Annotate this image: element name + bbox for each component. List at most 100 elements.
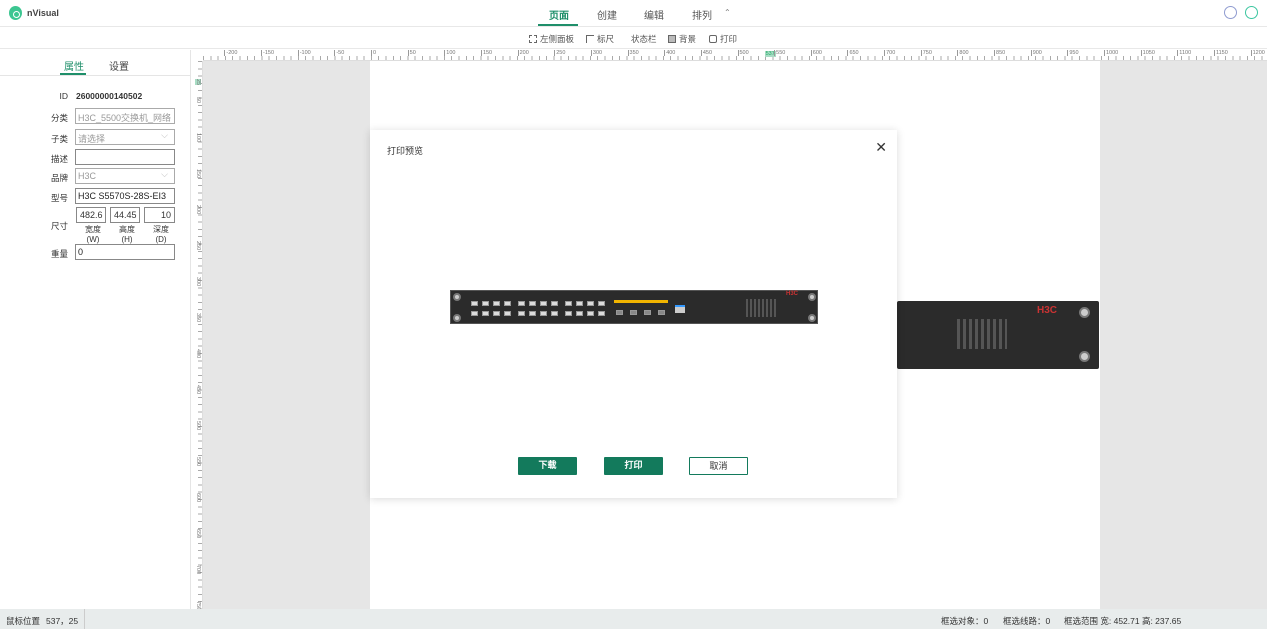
- left-panel-label: 左侧面板: [540, 34, 575, 44]
- height-field[interactable]: 44.45: [110, 207, 140, 223]
- close-icon[interactable]: ✕: [875, 139, 887, 156]
- ruler-label: -150: [261, 50, 275, 56]
- subcategory-select[interactable]: 请选择: [75, 129, 175, 145]
- ruler-label: 650: [195, 529, 201, 539]
- ruler-label: 700: [195, 565, 201, 575]
- screw-icon: [808, 314, 816, 322]
- cancel-button[interactable]: 取消: [689, 457, 748, 475]
- selection-range: 框选范围 宽: 452.71 高: 237.65: [1064, 616, 1182, 626]
- screw-icon: [453, 293, 461, 301]
- ruler-label: 800: [957, 50, 969, 56]
- brand-label: 品牌: [50, 173, 68, 183]
- size-label: 尺寸: [50, 221, 68, 231]
- ruler-label: 700: [884, 50, 896, 56]
- ruler-label: 600: [195, 493, 201, 503]
- ruler-label: 25: [195, 79, 201, 86]
- switch-device[interactable]: H3C: [897, 301, 1099, 369]
- ruler-icon: [586, 35, 594, 43]
- properties-panel: 属性 设置 ID 26000000140502 分类 H3C_5500交换机_网…: [0, 50, 191, 609]
- rj45-port: [471, 301, 478, 306]
- ruler-label: 100: [444, 50, 456, 56]
- divider: [0, 75, 190, 76]
- ruler-label: 500: [195, 421, 201, 431]
- ruler-label: 1200: [1250, 50, 1265, 56]
- subcategory-label: 子类: [50, 134, 68, 144]
- tab-properties[interactable]: 属性: [64, 58, 84, 73]
- led-grid: [746, 299, 776, 317]
- weight-label: 重量: [50, 249, 68, 259]
- rj45-port: [598, 311, 605, 316]
- ruler-label: 850: [994, 50, 1006, 56]
- status-bar-label: 状态栏: [631, 34, 657, 44]
- description-field[interactable]: [75, 149, 175, 165]
- sfp-port: [616, 310, 623, 315]
- settings-icon[interactable]: [1224, 6, 1237, 19]
- brand-select[interactable]: H3C: [75, 168, 175, 184]
- weight-field[interactable]: 0: [75, 244, 175, 260]
- rj45-port: [565, 311, 572, 316]
- mouse-position-value: 537，25: [46, 616, 79, 626]
- category-field[interactable]: H3C_5500交换机_网络: [75, 108, 175, 124]
- ruler-label: 750: [920, 50, 932, 56]
- ruler-label: -100: [297, 50, 311, 56]
- ruler-label: 50: [195, 97, 201, 104]
- background-button[interactable]: 背景: [668, 33, 696, 45]
- status-bar-button[interactable]: 状态栏: [631, 33, 657, 45]
- rj45-port: [504, 311, 511, 316]
- top-bar: nVisual 页面 创建 编辑 排列 ⌃: [0, 0, 1267, 27]
- user-icon[interactable]: [1245, 6, 1258, 19]
- ruler-label: 200: [195, 205, 201, 215]
- ruler-label: 1150: [1213, 50, 1228, 56]
- print-button[interactable]: 打印: [709, 33, 737, 45]
- description-label: 描述: [50, 154, 68, 164]
- rj45-port: [504, 301, 511, 306]
- ruler-label: -50: [334, 50, 345, 56]
- ruler-label: 100: [195, 133, 201, 143]
- depth-field[interactable]: 10: [144, 207, 175, 223]
- depth-caption: 深度 (D): [146, 225, 176, 245]
- sfp-port: [630, 310, 637, 315]
- ruler-label: 450: [195, 385, 201, 395]
- rj45-port: [518, 311, 525, 316]
- tab-page[interactable]: 页面: [549, 7, 569, 22]
- width-field[interactable]: 482.6: [76, 207, 106, 223]
- ruler-label: 标尺: [597, 34, 615, 44]
- screw-icon: [453, 314, 461, 322]
- sfp-label-bar: [614, 300, 668, 303]
- rj45-port: [576, 311, 583, 316]
- width-caption-label: 宽度: [85, 225, 101, 234]
- vertical-ruler[interactable]: 25 50 100 150 200 250 300 350 400 450 500 550 600 650…: [191, 61, 203, 609]
- sfp-port: [644, 310, 651, 315]
- ruler-label: 0: [371, 50, 377, 56]
- model-field[interactable]: H3C S5570S-28S-EI3: [75, 188, 175, 204]
- rj45-port: [529, 301, 536, 306]
- tab-create[interactable]: 创建: [597, 7, 617, 22]
- app-name: nVisual: [27, 8, 59, 18]
- ruler-label: 1050: [1140, 50, 1155, 56]
- ruler-label: -200: [224, 50, 238, 56]
- print-button[interactable]: 打印: [604, 457, 663, 475]
- screw-icon: [1079, 307, 1090, 318]
- tab-settings[interactable]: 设置: [109, 58, 129, 73]
- ruler-label: 300: [590, 50, 603, 56]
- collapse-chevron-icon[interactable]: ⌃: [724, 8, 731, 17]
- ruler-label: 150: [195, 169, 201, 179]
- mouse-position-label: 鼠标位置: [6, 616, 41, 626]
- tab-arrange[interactable]: 排列: [692, 7, 712, 22]
- ruler-button[interactable]: 标尺: [586, 33, 614, 45]
- ruler-label: 350: [195, 313, 201, 323]
- rj45-port: [565, 301, 572, 306]
- tab-edit[interactable]: 编辑: [644, 7, 664, 22]
- ruler-ticks: [203, 56, 1267, 60]
- screw-icon: [1079, 351, 1090, 362]
- sfp-port: [658, 310, 665, 315]
- download-button[interactable]: 下载: [518, 457, 577, 475]
- ruler-label: 1100: [1177, 50, 1192, 56]
- ruler-label: 400: [664, 50, 676, 56]
- ruler-label: 950: [1067, 50, 1079, 56]
- rj45-port: [551, 311, 558, 316]
- ruler-label: 450: [700, 50, 713, 56]
- horizontal-ruler[interactable]: -200 -150 -100 -50 0 50 100 150 200 250 300 350 400 4…: [203, 50, 1267, 61]
- left-panel-button[interactable]: 左侧面板: [529, 33, 574, 45]
- ruler-label: 750: [195, 601, 201, 609]
